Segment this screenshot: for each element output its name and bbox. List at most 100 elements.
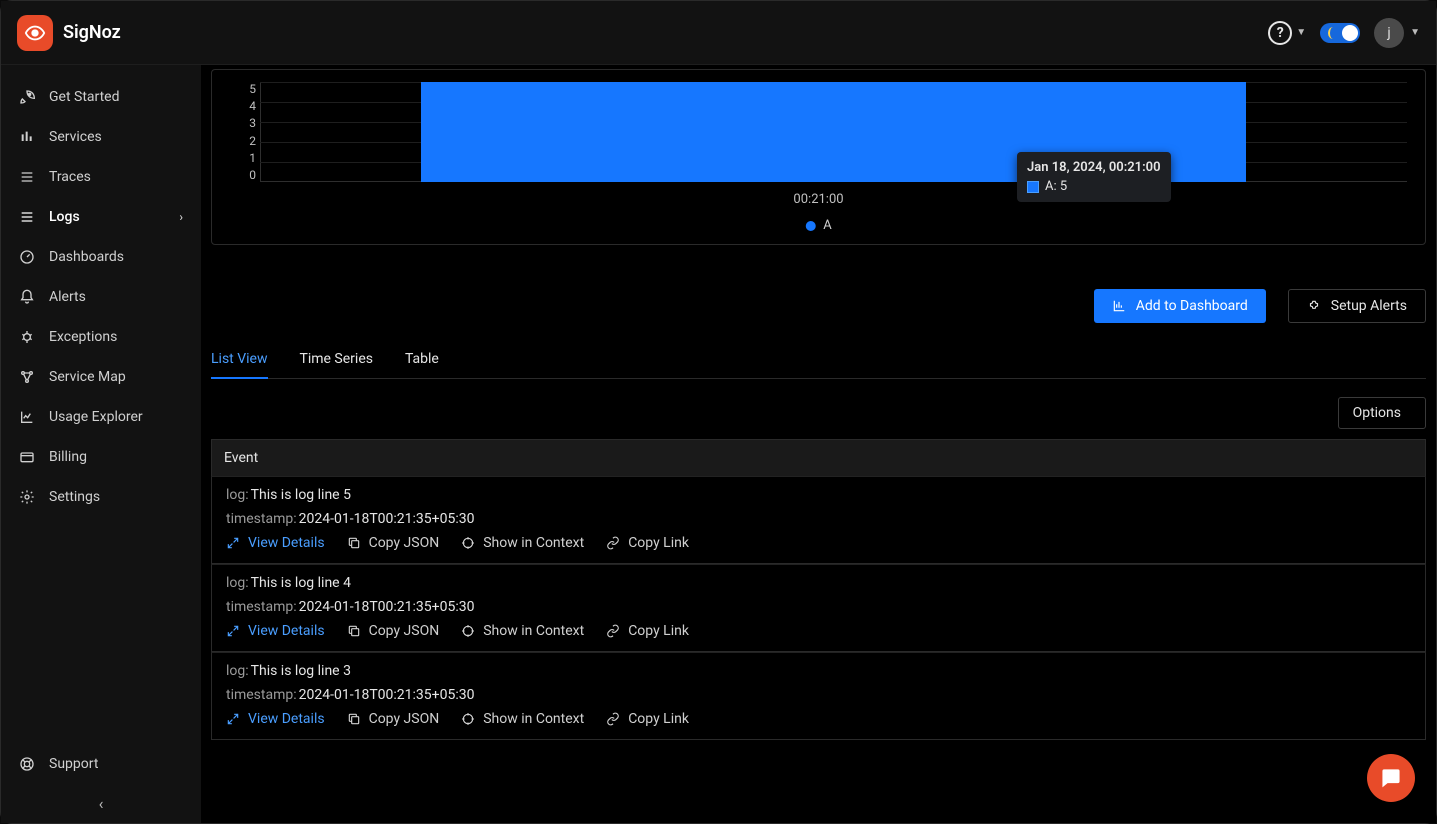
log-row: log:This is log line 5 timestamp:2024-01… [211, 476, 1426, 564]
legend-label: A [823, 218, 831, 233]
bell-icon [19, 289, 35, 305]
y-tick: 0 [224, 168, 256, 182]
sidebar-item-alerts[interactable]: Alerts [1, 277, 201, 317]
log-row: log:This is log line 4 timestamp:2024-01… [211, 564, 1426, 652]
logo-area[interactable]: SigNoz [17, 15, 121, 51]
chart-icon [1112, 299, 1126, 313]
link-icon [606, 536, 620, 550]
gear-icon [19, 489, 35, 505]
chart-panel: 543210 Jan 18, 2024, 00:21:00 [211, 69, 1426, 245]
show-in-context-action[interactable]: Show in Context [461, 623, 584, 639]
expand-icon [226, 712, 240, 726]
copy-link-action[interactable]: Copy Link [606, 711, 689, 727]
sidebar-item-exceptions[interactable]: Exceptions [1, 317, 201, 357]
y-tick: 3 [224, 116, 256, 130]
log-key-label: log: [226, 663, 249, 679]
copy-icon [347, 624, 361, 638]
sidebar-item-get-started[interactable]: Get Started [1, 77, 201, 117]
sidebar-item-usage-explorer[interactable]: Usage Explorer [1, 397, 201, 437]
tab-list-view[interactable]: List View [211, 341, 268, 379]
chart-tooltip: Jan 18, 2024, 00:21:00 A: 5 [1017, 152, 1171, 202]
view-details-action[interactable]: View Details [226, 711, 325, 727]
timestamp-key-label: timestamp: [226, 687, 297, 703]
menu-icon [19, 209, 35, 225]
setup-alerts-button[interactable]: Setup Alerts [1288, 289, 1426, 323]
copy-link-action[interactable]: Copy Link [606, 623, 689, 639]
copy-json-action[interactable]: Copy JSON [347, 535, 440, 551]
timestamp-key-label: timestamp: [226, 599, 297, 615]
copy-json-action[interactable]: Copy JSON [347, 623, 440, 639]
intercom-launcher[interactable] [1367, 754, 1415, 802]
sidebar-item-label: Logs [49, 209, 80, 225]
header: SigNoz ? ▼ j ▼ [1, 1, 1436, 65]
collapse-sidebar-button[interactable]: ‹ [1, 784, 201, 823]
tab-time-series[interactable]: Time Series [300, 341, 373, 378]
tooltip-value: A: 5 [1045, 179, 1067, 194]
sidebar-item-label: Get Started [49, 89, 120, 105]
chart-legend[interactable]: A [805, 218, 831, 233]
user-menu[interactable]: j ▼ [1374, 18, 1420, 48]
show-in-context-action[interactable]: Show in Context [461, 711, 584, 727]
y-tick: 5 [224, 82, 256, 96]
copy-icon [347, 536, 361, 550]
network-icon [19, 369, 35, 385]
sidebar-item-label: Alerts [49, 289, 86, 305]
alert-icon [1307, 299, 1321, 313]
log-row: log:This is log line 3 timestamp:2024-01… [211, 652, 1426, 740]
target-icon [461, 624, 475, 638]
sidebar-item-settings[interactable]: Settings [1, 477, 201, 517]
main-content: 543210 Jan 18, 2024, 00:21:00 [201, 65, 1436, 823]
card-icon [19, 449, 35, 465]
y-tick: 4 [224, 99, 256, 113]
expand-icon [226, 536, 240, 550]
sidebar-item-dashboards[interactable]: Dashboards [1, 237, 201, 277]
sidebar-item-label: Dashboards [49, 249, 124, 265]
chevron-down-icon: ▼ [1296, 27, 1306, 38]
chevron-down-icon: ▼ [1410, 27, 1420, 38]
log-timestamp: 2024-01-18T00:21:35+05:30 [299, 599, 475, 615]
tab-table[interactable]: Table [405, 341, 439, 378]
sidebar-item-support[interactable]: Support [1, 744, 201, 784]
help-icon: ? [1268, 21, 1292, 45]
y-tick: 2 [224, 134, 256, 148]
log-body: This is log line 3 [251, 663, 351, 679]
y-tick: 1 [224, 151, 256, 165]
brand-name: SigNoz [63, 22, 121, 43]
log-body: This is log line 5 [251, 487, 351, 503]
chart-y-axis: 5 4 3 2 1 0 [224, 82, 256, 182]
view-details-action[interactable]: View Details [226, 623, 325, 639]
tooltip-color-swatch [1027, 181, 1039, 193]
sidebar-item-service-map[interactable]: Service Map [1, 357, 201, 397]
copy-json-action[interactable]: Copy JSON [347, 711, 440, 727]
options-button[interactable]: Options [1338, 397, 1426, 429]
sidebar-item-label: Usage Explorer [49, 409, 143, 425]
copy-icon [347, 712, 361, 726]
log-timestamp: 2024-01-18T00:21:35+05:30 [299, 511, 475, 527]
lifebuoy-icon [19, 756, 35, 772]
sidebar-item-label: Service Map [49, 369, 126, 385]
sidebar-item-label: Services [49, 129, 102, 145]
sidebar-item-billing[interactable]: Billing [1, 437, 201, 477]
table-header: Event [211, 439, 1426, 476]
add-to-dashboard-button[interactable]: Add to Dashboard [1094, 289, 1266, 323]
view-tabs: List View Time Series Table [211, 341, 1426, 379]
show-in-context-action[interactable]: Show in Context [461, 535, 584, 551]
sidebar-item-logs[interactable]: Logs › [1, 197, 201, 237]
chart-icon [19, 409, 35, 425]
chart-plot[interactable]: Jan 18, 2024, 00:21:00 A: 5 [260, 82, 1407, 182]
help-button[interactable]: ? ▼ [1268, 21, 1306, 45]
menu-icon [19, 169, 35, 185]
copy-link-action[interactable]: Copy Link [606, 535, 689, 551]
sidebar-item-services[interactable]: Services [1, 117, 201, 157]
sidebar-item-label: Support [49, 756, 98, 772]
target-icon [461, 712, 475, 726]
chevron-right-icon: › [179, 210, 183, 224]
log-body: This is log line 4 [251, 575, 351, 591]
theme-toggle[interactable] [1320, 23, 1360, 43]
view-details-action[interactable]: View Details [226, 535, 325, 551]
log-key-label: log: [226, 487, 249, 503]
timestamp-key-label: timestamp: [226, 511, 297, 527]
sidebar-item-traces[interactable]: Traces [1, 157, 201, 197]
sidebar-item-label: Traces [49, 169, 91, 185]
sidebar: Get Started Services Traces Logs › Dashb… [1, 65, 201, 823]
